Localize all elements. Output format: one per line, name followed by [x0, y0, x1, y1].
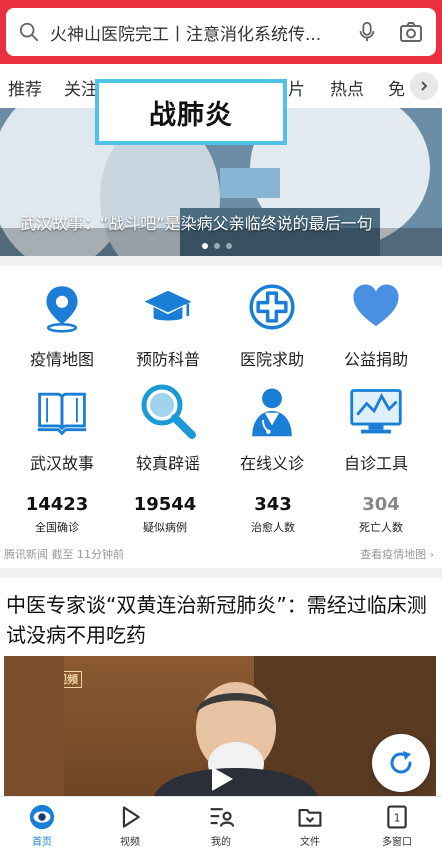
tabs-more-button[interactable]: [410, 72, 438, 100]
grid-item-label: 在线义诊: [239, 454, 304, 473]
heart-icon: [353, 284, 399, 327]
view-epidemic-map-link[interactable]: 查看疫情地图 ›: [360, 546, 434, 562]
article-video[interactable]: 中新视频: [4, 656, 436, 796]
doctor-icon: [252, 388, 292, 437]
grid-item-epidemic-map[interactable]: 疫情地图: [12, 276, 112, 370]
chevron-right-icon: [421, 81, 428, 91]
nav-label: 我的: [211, 837, 231, 848]
microphone-icon[interactable]: [356, 20, 378, 44]
divider: [0, 256, 442, 266]
grid-item-hospital-help[interactable]: 医院求助: [222, 276, 322, 370]
tab-free[interactable]: 免: [380, 75, 413, 100]
data-source-text: 腾讯新闻 截至 11分钟前: [4, 548, 124, 561]
banner-dot: [202, 243, 208, 249]
svg-text:1: 1: [394, 812, 401, 824]
bottom-navigation: 首页 视频 我的 文件 1 多窗口: [0, 796, 442, 857]
tab-recommend[interactable]: 推荐: [0, 75, 50, 100]
camera-icon[interactable]: [398, 20, 424, 44]
banner-pagination: [202, 243, 232, 249]
grid-item-label: 较真辟谣: [135, 454, 200, 473]
banner-dot: [214, 243, 220, 249]
refresh-icon: [390, 751, 412, 774]
grid-item-self-diagnosis[interactable]: 自诊工具: [326, 380, 426, 474]
play-overlay-icon[interactable]: [206, 764, 236, 794]
grid-item-label: 公益捐助: [343, 350, 408, 369]
nav-label: 文件: [300, 837, 320, 848]
folder-icon: [298, 808, 322, 827]
search-header: 火神山医院完工丨注意消化系统传...: [0, 0, 442, 64]
grid-item-label: 预防科普: [135, 350, 200, 369]
stat-label: 死亡人数: [359, 521, 403, 534]
stat-label: 疑似病例: [143, 521, 187, 534]
search-input[interactable]: 火神山医院完工丨注意消化系统传...: [50, 20, 344, 45]
stat-number: 14423: [25, 494, 89, 515]
grid-item-prevention[interactable]: 预防科普: [118, 276, 218, 370]
home-eye-icon: [29, 804, 55, 830]
window-icon: 1: [387, 805, 407, 829]
stat-deaths: 304 死亡人数: [326, 494, 436, 535]
nav-video[interactable]: 视频: [95, 803, 165, 848]
monitor-chart-icon: [350, 389, 402, 434]
nav-label: 首页: [32, 837, 52, 848]
grid-item-donation[interactable]: 公益捐助: [326, 276, 426, 370]
search-icon: [19, 22, 39, 42]
stat-suspected: 19544 疑似病例: [110, 494, 220, 535]
grid-item-label: 疫情地图: [29, 350, 94, 369]
stat-number: 19544: [133, 494, 197, 515]
map-pin-icon: [46, 286, 78, 333]
data-source-row: 腾讯新闻 截至 11分钟前 查看疫情地图 ›: [0, 546, 442, 564]
grid-item-wuhan-stories[interactable]: 武汉故事: [12, 380, 112, 474]
open-book-icon: [37, 392, 87, 436]
magnifier-icon: [141, 384, 196, 439]
nav-files[interactable]: 文件: [275, 803, 345, 848]
stat-cured: 343 治愈人数: [218, 494, 328, 535]
tab-hot[interactable]: 热点: [322, 75, 372, 100]
profile-icon: [210, 808, 234, 827]
play-icon: [122, 806, 140, 828]
active-tab-label: 战肺炎: [149, 99, 233, 131]
medical-cross-icon: [249, 284, 295, 330]
grid-item-online-consult[interactable]: 在线义诊: [222, 380, 322, 474]
stat-label: 治愈人数: [251, 521, 295, 534]
grid-item-label: 武汉故事: [29, 454, 94, 473]
stat-label: 全国确诊: [35, 521, 79, 534]
refresh-button[interactable]: [372, 734, 430, 792]
grid-item-label: 医院求助: [239, 350, 304, 369]
banner-dot: [226, 243, 232, 249]
nav-home[interactable]: 首页: [7, 803, 77, 848]
grid-item-label: 自诊工具: [343, 454, 408, 473]
stat-confirmed: 14423 全国确诊: [2, 494, 112, 535]
grid-item-rumor-check[interactable]: 较真辟谣: [118, 380, 218, 474]
nav-label: 多窗口: [382, 837, 412, 848]
nav-mine[interactable]: 我的: [186, 803, 256, 848]
divider: [0, 568, 442, 578]
stat-number: 304: [362, 494, 400, 515]
nav-windows[interactable]: 1 多窗口: [362, 803, 432, 848]
graduation-cap-icon: [144, 290, 192, 321]
article-title[interactable]: 中医专家谈“双黄连治新冠肺炎”：需经过临床测试没病不用吃药: [6, 590, 438, 650]
nav-label: 视频: [120, 837, 140, 848]
tab-fight-pneumonia[interactable]: 战肺炎: [95, 79, 287, 145]
search-bar[interactable]: 火神山医院完工丨注意消化系统传...: [6, 8, 436, 56]
banner-caption: 武汉故事：“战斗吧”是染病父亲临终说的最后一句: [20, 214, 373, 233]
stat-number: 343: [254, 494, 292, 515]
